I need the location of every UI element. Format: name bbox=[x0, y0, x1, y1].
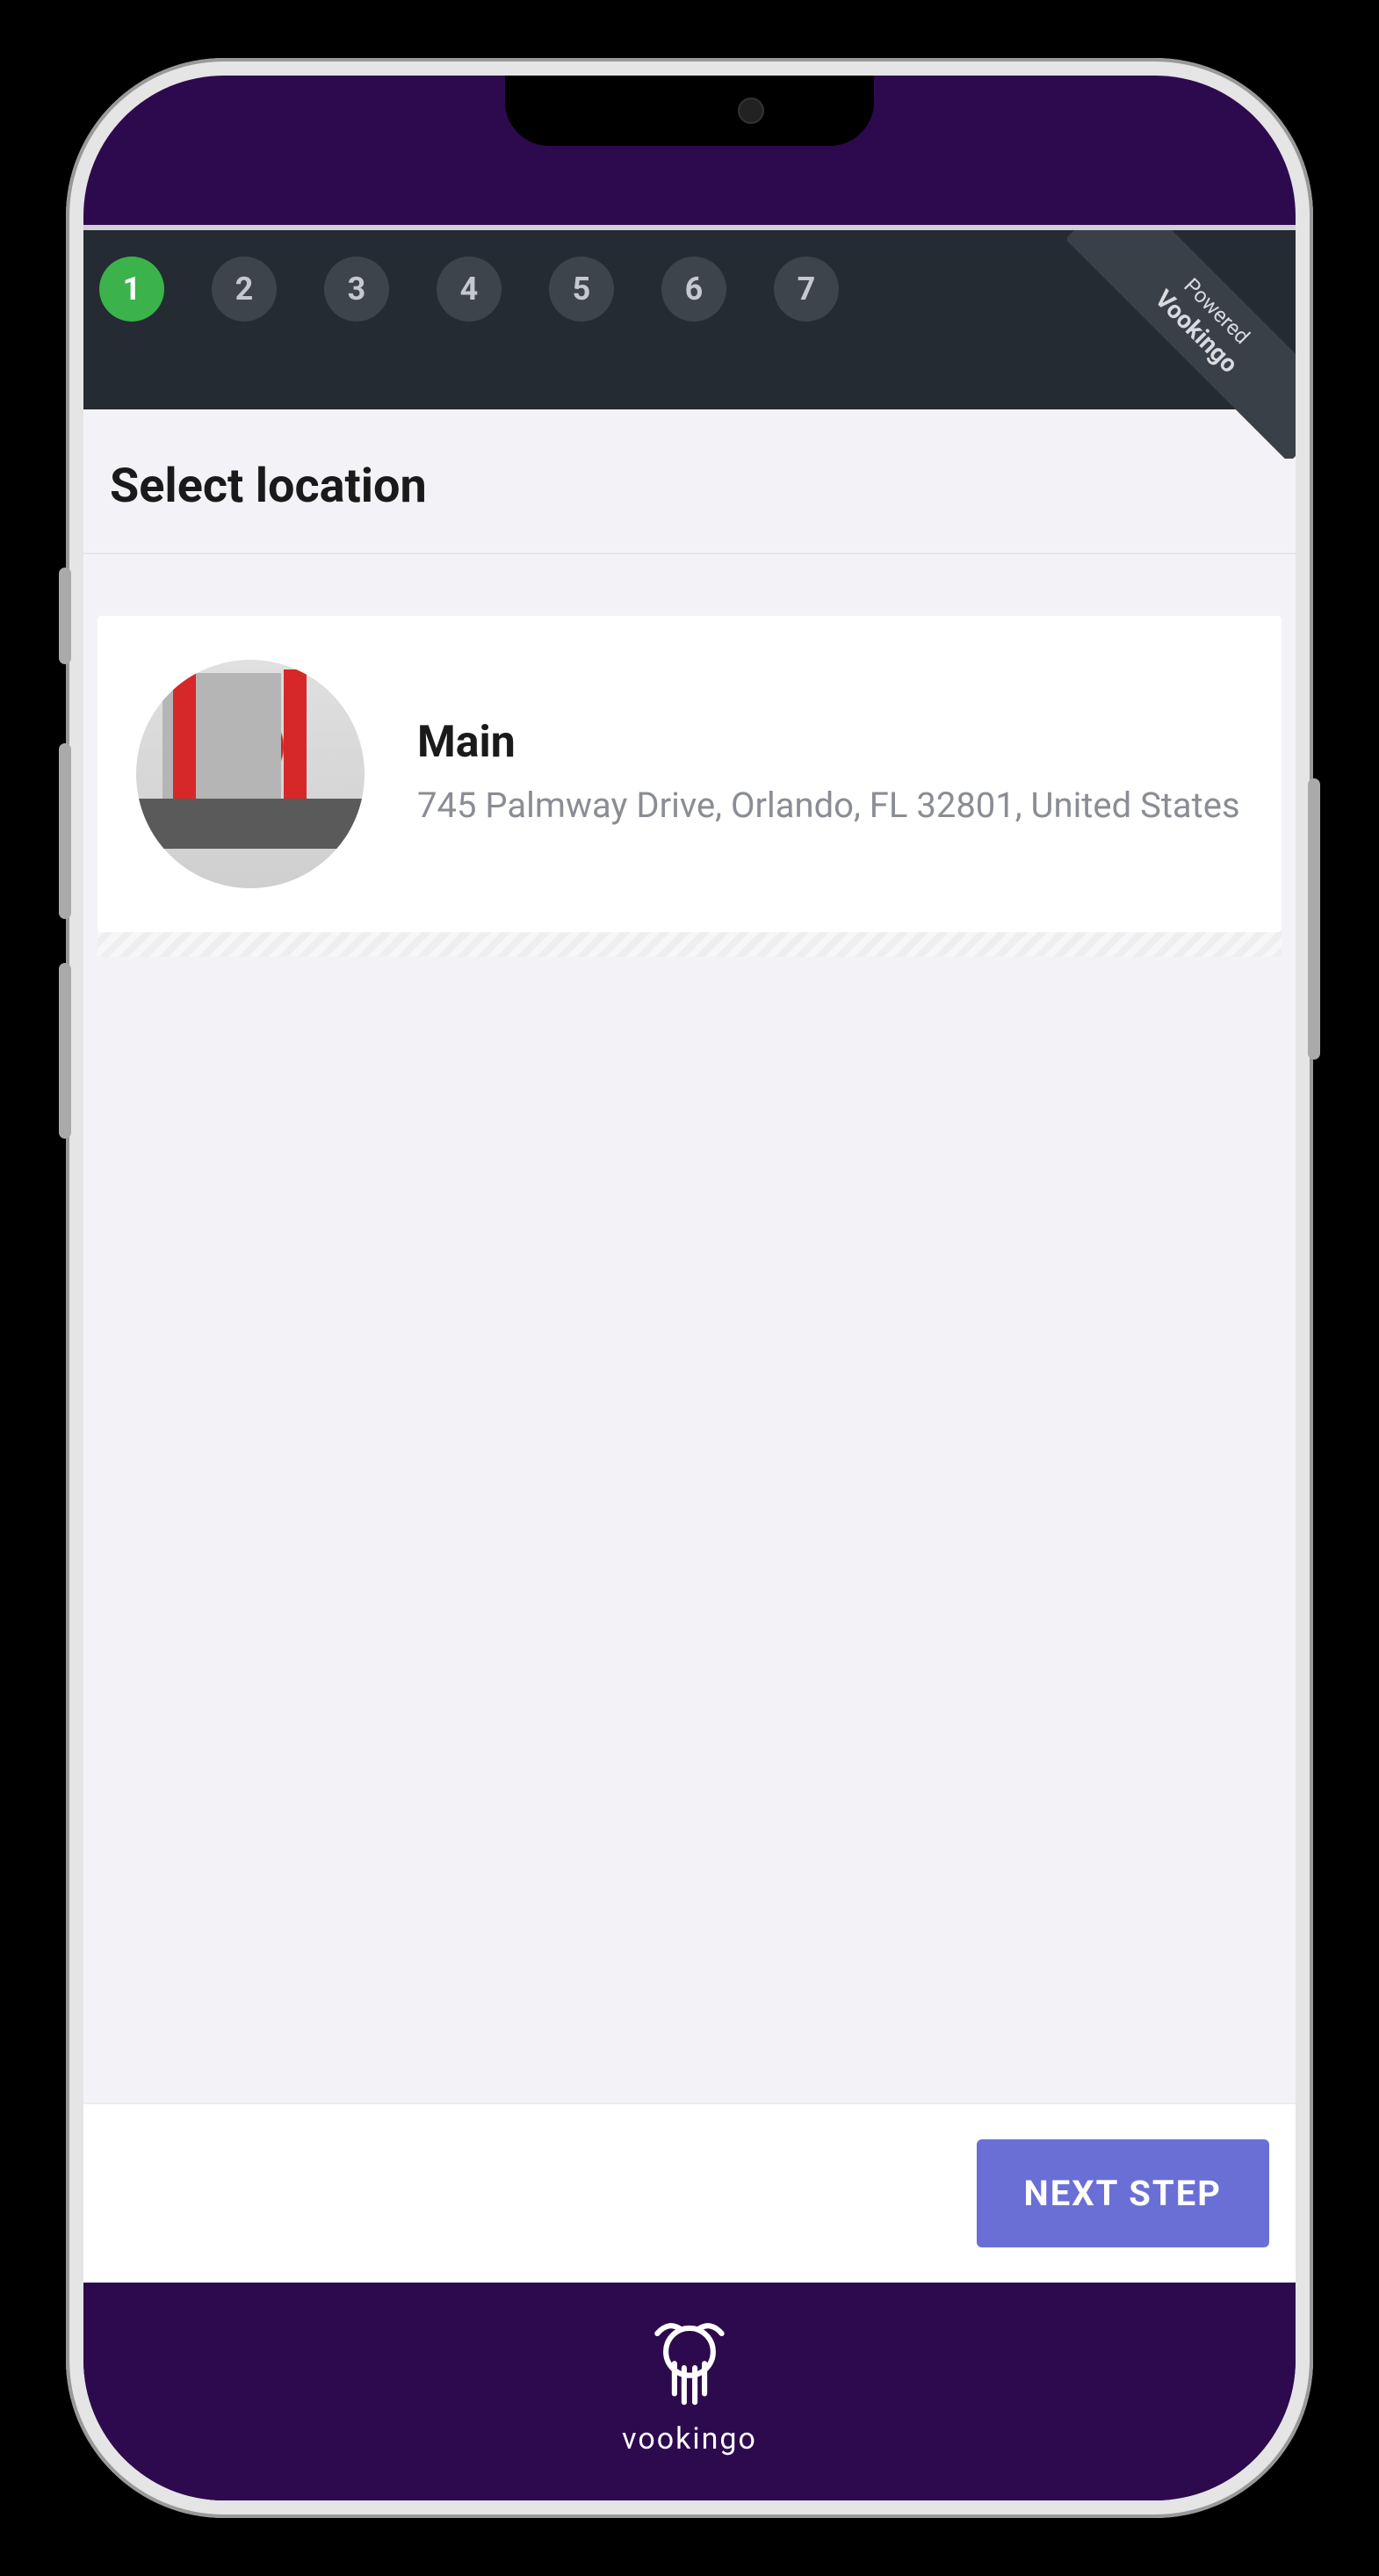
phone-volume-down bbox=[59, 963, 71, 1139]
phone-power-button bbox=[1308, 778, 1320, 1060]
step-1[interactable]: 1 bbox=[99, 257, 164, 322]
step-5[interactable]: 5 bbox=[549, 257, 614, 322]
footer-bar: NEXT STEP bbox=[83, 2102, 1296, 2283]
location-image-icon bbox=[136, 660, 365, 888]
brand-footer: vookingo bbox=[83, 2283, 1296, 2500]
locations-list: Main 745 Palmway Drive, Orlando, FL 3280… bbox=[83, 554, 1296, 2102]
phone-volume-up bbox=[59, 743, 71, 919]
location-card-main[interactable]: Main 745 Palmway Drive, Orlando, FL 3280… bbox=[97, 616, 1282, 932]
next-step-button[interactable]: NEXT STEP bbox=[977, 2139, 1270, 2247]
step-4[interactable]: 4 bbox=[437, 257, 502, 322]
step-6[interactable]: 6 bbox=[661, 257, 726, 322]
phone-frame: 1 2 3 4 5 6 7 Powered Vookingo Select lo… bbox=[66, 58, 1313, 2518]
card-stripe-decoration bbox=[97, 930, 1282, 957]
step-2[interactable]: 2 bbox=[212, 257, 277, 322]
phone-screen: 1 2 3 4 5 6 7 Powered Vookingo Select lo… bbox=[83, 76, 1296, 2500]
phone-notch bbox=[505, 76, 874, 146]
powered-by-ribbon: Powered Vookingo bbox=[1067, 230, 1296, 459]
content-area: Select location Main 745 Palmway Drive, … bbox=[83, 409, 1296, 2283]
vookingo-logo-icon bbox=[632, 2314, 747, 2411]
brand-name: vookingo bbox=[622, 2421, 757, 2457]
step-7[interactable]: 7 bbox=[774, 257, 839, 322]
location-name: Main bbox=[417, 717, 1243, 768]
location-info: Main 745 Palmway Drive, Orlando, FL 3280… bbox=[417, 717, 1243, 831]
location-address: 745 Palmway Drive, Orlando, FL 32801, Un… bbox=[417, 780, 1243, 831]
location-thumbnail bbox=[136, 660, 365, 888]
step-3[interactable]: 3 bbox=[324, 257, 389, 322]
camera-icon bbox=[738, 98, 764, 124]
phone-silent-switch bbox=[59, 568, 71, 664]
stepper-bar: 1 2 3 4 5 6 7 Powered Vookingo bbox=[83, 225, 1296, 409]
app-container: 1 2 3 4 5 6 7 Powered Vookingo Select lo… bbox=[83, 76, 1296, 2500]
